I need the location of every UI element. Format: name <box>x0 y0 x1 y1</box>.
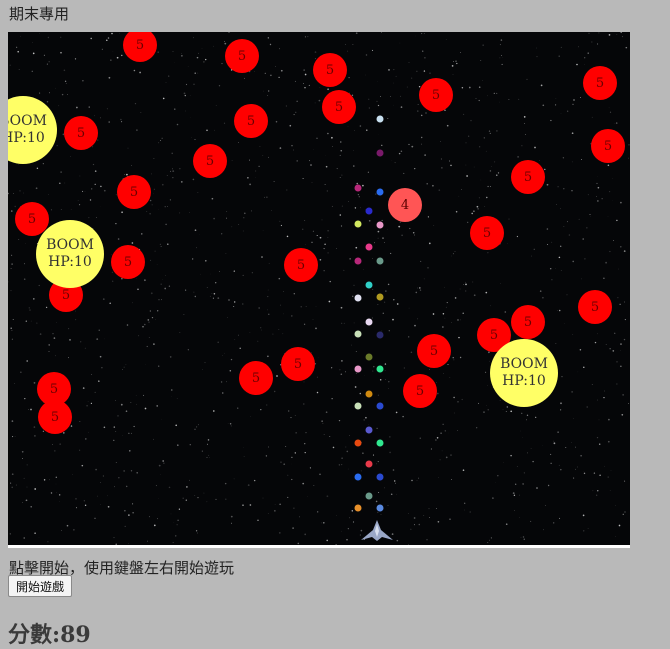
game-border <box>8 545 630 548</box>
page-title: 期末專用 <box>9 3 69 24</box>
bullet <box>377 150 384 157</box>
bullet <box>377 366 384 373</box>
score-value: 89 <box>60 622 91 648</box>
bullet <box>366 319 373 326</box>
enemy-ball: 5 <box>193 144 227 178</box>
start-game-button[interactable]: 開始遊戲 <box>8 575 72 597</box>
enemy-ball: 5 <box>117 175 151 209</box>
boom-hp: HP:10 <box>48 254 92 271</box>
enemy-ball: 5 <box>511 160 545 194</box>
enemy-ball: 5 <box>313 53 347 87</box>
enemy-ball: 5 <box>225 39 259 73</box>
boom-label: BOOM <box>500 356 548 373</box>
bullet <box>377 403 384 410</box>
enemy-ball: 5 <box>470 216 504 250</box>
bullet <box>366 282 373 289</box>
bullet <box>355 505 362 512</box>
enemy-ball: 5 <box>111 245 145 279</box>
player-ship-icon <box>360 520 394 542</box>
boom-ball: BOOMHP:10 <box>36 220 104 288</box>
bullet <box>355 440 362 447</box>
bullet <box>366 208 373 215</box>
bullet <box>355 295 362 302</box>
enemy-ball: 5 <box>583 66 617 100</box>
enemy-ball: 5 <box>64 116 98 150</box>
bullet <box>377 294 384 301</box>
boom-label: BOOM <box>46 237 94 254</box>
enemy-ball: 5 <box>511 305 545 339</box>
bullet <box>355 185 362 192</box>
boom-ball: BOOMHP:10 <box>490 339 558 407</box>
enemy-ball: 5 <box>234 104 268 138</box>
bullet <box>377 332 384 339</box>
bullet <box>377 505 384 512</box>
score-display: 分數:89 <box>8 617 91 649</box>
bullet <box>355 403 362 410</box>
enemy-ball: 5 <box>38 400 72 434</box>
enemy-ball: 5 <box>417 334 451 368</box>
starfield-background <box>8 32 630 545</box>
enemy-ball: 4 <box>388 188 422 222</box>
bullet <box>377 189 384 196</box>
bullet <box>366 427 373 434</box>
enemy-ball: 5 <box>419 78 453 112</box>
enemy-ball: 5 <box>239 361 273 395</box>
bullet <box>377 116 384 123</box>
bullet <box>366 244 373 251</box>
enemy-ball: 5 <box>322 90 356 124</box>
boom-hp: HP:10 <box>8 130 45 147</box>
bullet <box>377 440 384 447</box>
bullet <box>377 474 384 481</box>
bullet <box>377 222 384 229</box>
bullet <box>366 461 373 468</box>
boom-label: BOOM <box>8 113 47 130</box>
bullet <box>355 366 362 373</box>
bullet <box>355 331 362 338</box>
score-label: 分數: <box>8 622 60 648</box>
enemy-ball: 5 <box>578 290 612 324</box>
bullet <box>377 258 384 265</box>
game-canvas[interactable]: 555555555555545555555555555BOOMHP:10BOOM… <box>8 32 630 545</box>
boom-hp: HP:10 <box>502 373 546 390</box>
bullet <box>355 474 362 481</box>
bullet <box>355 221 362 228</box>
bullet <box>355 258 362 265</box>
bullet <box>366 354 373 361</box>
bullet <box>366 391 373 398</box>
enemy-ball: 5 <box>281 347 315 381</box>
enemy-ball: 5 <box>284 248 318 282</box>
enemy-ball: 5 <box>591 129 625 163</box>
bullet <box>366 493 373 500</box>
enemy-ball: 5 <box>403 374 437 408</box>
